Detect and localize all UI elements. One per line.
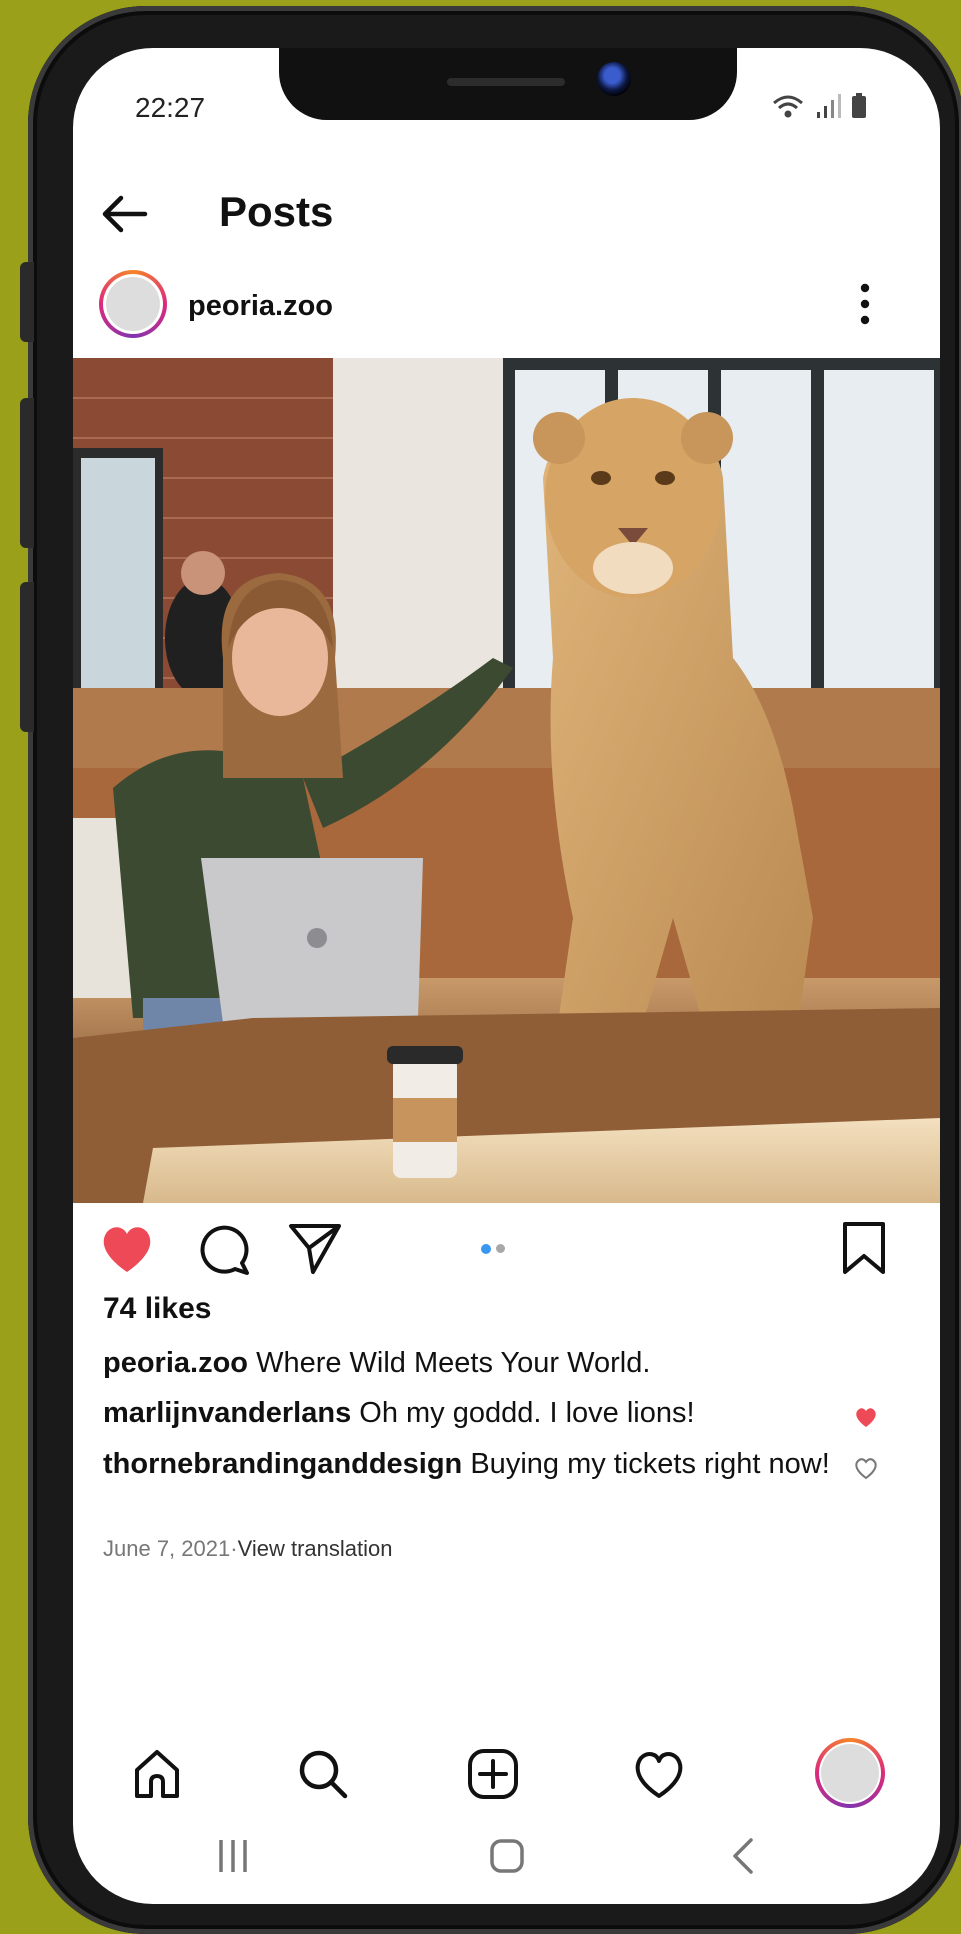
home-icon[interactable] xyxy=(129,1746,185,1802)
search-icon[interactable] xyxy=(295,1746,351,1802)
side-button-top xyxy=(20,262,34,342)
post-avatar[interactable] xyxy=(99,270,167,338)
comment-like-icon[interactable] xyxy=(853,1456,879,1480)
caption-text: Where Wild Meets Your World. xyxy=(256,1347,651,1379)
earpiece-speaker xyxy=(447,78,565,86)
comment-row: marlijnvanderlans Oh my goddd. I love li… xyxy=(103,1393,843,1433)
heart-icon[interactable] xyxy=(97,1218,157,1278)
carousel-indicator xyxy=(481,1244,521,1256)
post-username[interactable]: peoria.zoo xyxy=(188,290,333,323)
comment-icon[interactable] xyxy=(195,1218,255,1278)
post-header: peoria.zoo xyxy=(73,268,940,348)
post-date-line: June 7, 2021·View translation xyxy=(103,1536,392,1562)
post-actions xyxy=(73,1218,940,1288)
share-icon[interactable] xyxy=(285,1218,345,1278)
comment-text: Oh my goddd. I love lions! xyxy=(359,1397,695,1429)
side-button-power xyxy=(20,582,34,732)
comment-username[interactable]: thornebrandinganddesign xyxy=(103,1448,462,1480)
likes-number: 74 xyxy=(103,1292,137,1325)
date-separator: · xyxy=(230,1536,238,1561)
front-camera xyxy=(597,62,631,96)
post-date: June 7, 2021 xyxy=(103,1536,231,1561)
status-icons xyxy=(771,86,871,126)
back-button-icon[interactable] xyxy=(723,1834,763,1878)
likes-count[interactable]: 74 likes xyxy=(103,1292,211,1326)
profile-avatar[interactable] xyxy=(815,1738,885,1808)
phone-screen: 22:27 Posts peoria.zoo 74 likes peoria.z… xyxy=(73,48,940,1904)
home-button-icon[interactable] xyxy=(487,1834,527,1878)
comment-text: Buying my tickets right now! xyxy=(470,1448,830,1480)
bottom-navigation xyxy=(73,1738,940,1818)
carousel-dot xyxy=(496,1244,505,1253)
bookmark-icon[interactable] xyxy=(835,1218,895,1278)
more-options-icon[interactable] xyxy=(859,282,871,326)
battery-icon xyxy=(852,93,866,118)
view-translation-link[interactable]: View translation xyxy=(238,1536,393,1561)
activity-heart-icon[interactable] xyxy=(631,1746,687,1802)
caption-username[interactable]: peoria.zoo xyxy=(103,1347,248,1379)
side-button-volume xyxy=(20,398,34,548)
status-time: 22:27 xyxy=(135,92,206,123)
wifi-icon xyxy=(773,95,803,118)
comment-username[interactable]: marlijnvanderlans xyxy=(103,1397,351,1429)
likes-label: likes xyxy=(144,1292,212,1325)
woman-with-lion-photo xyxy=(73,358,940,1203)
page-title: Posts xyxy=(219,188,334,235)
notch xyxy=(279,48,737,120)
page-header: Posts xyxy=(73,168,940,258)
post-image[interactable] xyxy=(73,358,940,1203)
back-arrow-icon[interactable] xyxy=(101,190,149,238)
comment-row: thornebrandinganddesign Buying my ticket… xyxy=(103,1444,843,1484)
comment-like-icon[interactable] xyxy=(853,1405,879,1429)
signal-icon xyxy=(817,94,841,118)
system-navigation xyxy=(73,1826,940,1886)
carousel-dot-active xyxy=(481,1244,491,1254)
post-caption: peoria.zoo Where Wild Meets Your World. xyxy=(103,1343,843,1383)
recent-apps-icon[interactable] xyxy=(213,1834,253,1878)
add-post-icon[interactable] xyxy=(465,1746,521,1802)
